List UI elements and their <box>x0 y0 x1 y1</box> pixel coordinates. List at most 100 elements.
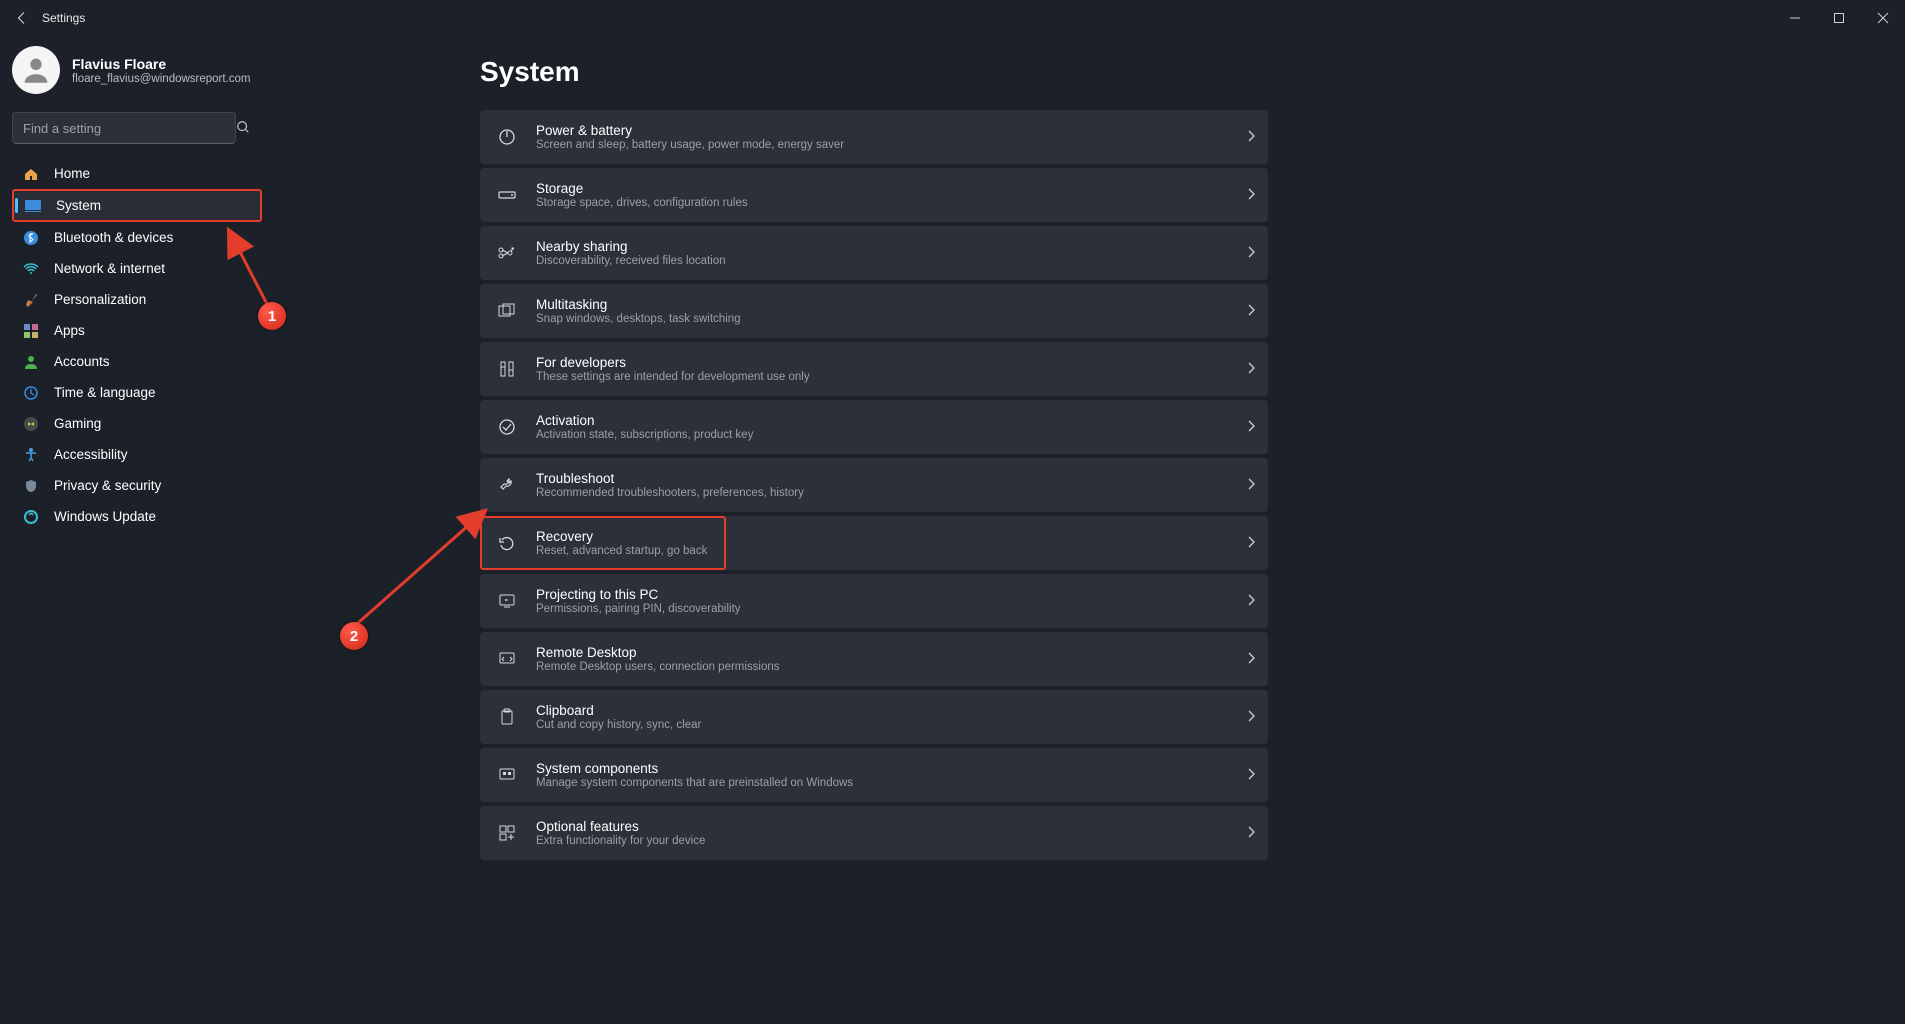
sidebar-item-label: Time & language <box>54 385 156 400</box>
system-icon <box>24 197 42 215</box>
minimize-button[interactable] <box>1773 0 1817 36</box>
title-bar: Settings <box>0 0 1905 36</box>
card-nearby-sharing[interactable]: Nearby sharingDiscoverability, received … <box>480 226 1268 280</box>
apps-icon <box>22 322 40 340</box>
storage-icon <box>496 190 518 200</box>
card-desc: Cut and copy history, sync, clear <box>536 719 701 731</box>
card-title: Recovery <box>536 529 707 544</box>
close-button[interactable] <box>1861 0 1905 36</box>
sidebar-item-label: Personalization <box>54 292 146 307</box>
sidebar-item-accessibility[interactable]: Accessibility <box>12 439 262 470</box>
clock-globe-icon <box>22 384 40 402</box>
paintbrush-icon <box>22 291 40 309</box>
search-icon <box>236 120 250 137</box>
card-optional-features[interactable]: Optional featuresExtra functionality for… <box>480 806 1268 860</box>
card-title: Multitasking <box>536 297 741 312</box>
card-desc: Recommended troubleshooters, preferences… <box>536 487 804 499</box>
sidebar-item-label: Network & internet <box>54 261 165 276</box>
window-title: Settings <box>42 11 85 25</box>
card-desc: Permissions, pairing PIN, discoverabilit… <box>536 603 741 615</box>
sidebar-item-network[interactable]: Network & internet <box>12 253 262 284</box>
sidebar-item-personalization[interactable]: Personalization <box>12 284 262 315</box>
sidebar-item-update[interactable]: Windows Update <box>12 501 262 532</box>
shield-icon <box>22 477 40 495</box>
card-title: Projecting to this PC <box>536 587 741 602</box>
maximize-button[interactable] <box>1817 0 1861 36</box>
sidebar-item-label: Bluetooth & devices <box>54 230 173 245</box>
chevron-right-icon <box>1246 593 1256 610</box>
card-desc: Reset, advanced startup, go back <box>536 545 707 557</box>
accessibility-icon <box>22 446 40 464</box>
power-icon <box>496 128 518 146</box>
wifi-icon <box>22 260 40 278</box>
card-title: Activation <box>536 413 753 428</box>
card-desc: Storage space, drives, configuration rul… <box>536 197 748 209</box>
card-system-components[interactable]: System componentsManage system component… <box>480 748 1268 802</box>
sidebar-item-home[interactable]: Home <box>12 158 262 189</box>
sidebar-item-apps[interactable]: Apps <box>12 315 262 346</box>
chevron-right-icon <box>1246 767 1256 784</box>
chevron-right-icon <box>1246 651 1256 668</box>
chevron-right-icon <box>1246 535 1256 552</box>
card-desc: Discoverability, received files location <box>536 255 726 267</box>
card-multitasking[interactable]: MultitaskingSnap windows, desktops, task… <box>480 284 1268 338</box>
card-desc: Snap windows, desktops, task switching <box>536 313 741 325</box>
components-icon <box>496 767 518 783</box>
sidebar-item-accounts[interactable]: Accounts <box>12 346 262 377</box>
sidebar-item-system[interactable]: System <box>12 189 262 222</box>
sidebar-item-gaming[interactable]: Gaming <box>12 408 262 439</box>
sidebar-item-privacy[interactable]: Privacy & security <box>12 470 262 501</box>
search-input[interactable] <box>12 112 236 144</box>
card-for-developers[interactable]: For developersThese settings are intende… <box>480 342 1268 396</box>
chevron-right-icon <box>1246 129 1256 146</box>
card-power-battery[interactable]: Power & batteryScreen and sleep, battery… <box>480 110 1268 164</box>
sidebar-item-label: Windows Update <box>54 509 156 524</box>
card-desc: Extra functionality for your device <box>536 835 705 847</box>
back-button[interactable] <box>12 11 32 25</box>
card-title: Optional features <box>536 819 705 834</box>
sidebar-item-bluetooth[interactable]: Bluetooth & devices <box>12 222 262 253</box>
sidebar-item-label: Home <box>54 166 90 181</box>
card-desc: Manage system components that are preins… <box>536 777 853 789</box>
window-controls <box>1773 0 1905 36</box>
card-desc: Remote Desktop users, connection permiss… <box>536 661 780 673</box>
search-box <box>12 112 262 144</box>
content-area: System Power & batteryScreen and sleep, … <box>280 36 1905 1024</box>
wrench-icon <box>496 476 518 494</box>
clipboard-icon <box>496 708 518 726</box>
avatar-icon <box>12 46 60 94</box>
share-icon <box>496 244 518 262</box>
check-circle-icon <box>496 418 518 436</box>
sidebar-item-label: Privacy & security <box>54 478 161 493</box>
recovery-icon <box>496 534 518 552</box>
sidebar-item-time[interactable]: Time & language <box>12 377 262 408</box>
card-title: Clipboard <box>536 703 701 718</box>
card-recovery[interactable]: RecoveryReset, advanced startup, go back <box>480 516 1268 570</box>
sidebar-item-label: Gaming <box>54 416 101 431</box>
page-title: System <box>480 56 1905 88</box>
card-title: Power & battery <box>536 123 844 138</box>
card-projecting[interactable]: Projecting to this PCPermissions, pairin… <box>480 574 1268 628</box>
person-icon <box>22 353 40 371</box>
card-remote-desktop[interactable]: Remote DesktopRemote Desktop users, conn… <box>480 632 1268 686</box>
card-activation[interactable]: ActivationActivation state, subscription… <box>480 400 1268 454</box>
chevron-right-icon <box>1246 477 1256 494</box>
chevron-right-icon <box>1246 419 1256 436</box>
card-storage[interactable]: StorageStorage space, drives, configurat… <box>480 168 1268 222</box>
card-troubleshoot[interactable]: TroubleshootRecommended troubleshooters,… <box>480 458 1268 512</box>
chevron-right-icon <box>1246 303 1256 320</box>
remote-desktop-icon <box>496 651 518 667</box>
update-icon <box>22 508 40 526</box>
profile-block[interactable]: Flavius Floare floare_flavius@windowsrep… <box>12 46 262 94</box>
card-title: Troubleshoot <box>536 471 804 486</box>
sidebar-item-label: Apps <box>54 323 85 338</box>
chevron-right-icon <box>1246 709 1256 726</box>
card-clipboard[interactable]: ClipboardCut and copy history, sync, cle… <box>480 690 1268 744</box>
card-title: Nearby sharing <box>536 239 726 254</box>
card-desc: Screen and sleep, battery usage, power m… <box>536 139 844 151</box>
sidebar-item-label: Accounts <box>54 354 110 369</box>
chevron-right-icon <box>1246 245 1256 262</box>
profile-email: floare_flavius@windowsreport.com <box>72 73 251 85</box>
card-title: Storage <box>536 181 748 196</box>
card-desc: These settings are intended for developm… <box>536 371 810 383</box>
